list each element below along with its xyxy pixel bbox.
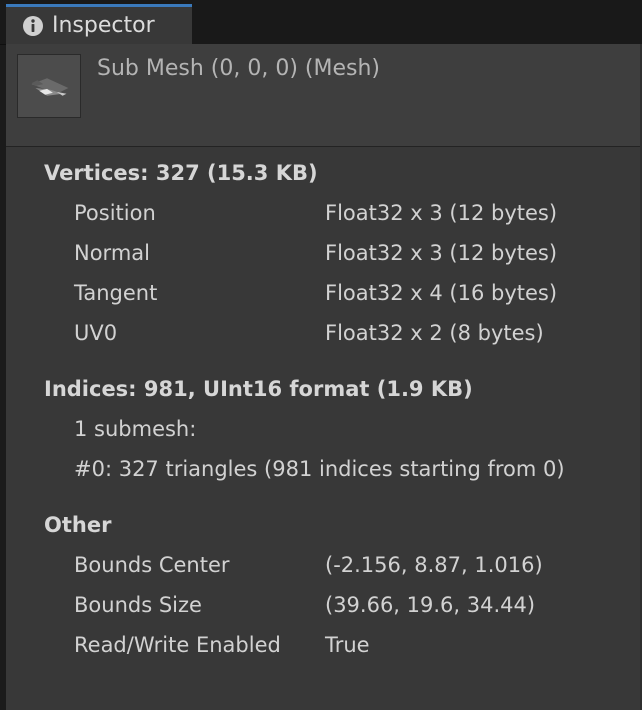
- property-value: (39.66, 19.6, 34.44): [325, 593, 536, 617]
- indices-heading: Indices: 981, UInt16 format (1.9 KB): [44, 377, 473, 401]
- attribute-format: Float32 x 3 (12 bytes): [325, 201, 558, 225]
- mesh-preview-thumbnail: [17, 54, 81, 118]
- inspector-panel: Sub Mesh (0, 0, 0) (Mesh) Vertices: 327 …: [6, 44, 642, 710]
- info-icon: [22, 15, 44, 37]
- other-heading: Other: [44, 513, 112, 537]
- attribute-label: Tangent: [74, 281, 158, 305]
- property-value: True: [325, 633, 370, 657]
- vertices-heading: Vertices: 327 (15.3 KB): [44, 161, 318, 185]
- tab-bar: Inspector: [0, 0, 642, 45]
- asset-header: Sub Mesh (0, 0, 0) (Mesh): [6, 44, 642, 147]
- submesh-detail: #0: 327 triangles (981 indices starting …: [74, 457, 565, 481]
- attribute-label: UV0: [74, 321, 118, 345]
- tab-label: Inspector: [52, 13, 155, 38]
- attribute-label: Normal: [74, 241, 150, 265]
- inspector-window: Inspector Sub Mesh (0, 0, 0) (Mesh) Vert…: [0, 0, 642, 710]
- asset-title: Sub Mesh (0, 0, 0) (Mesh): [97, 56, 380, 81]
- attribute-label: Position: [74, 201, 156, 225]
- attribute-format: Float32 x 2 (8 bytes): [325, 321, 544, 345]
- attribute-format: Float32 x 4 (16 bytes): [325, 281, 558, 305]
- property-label: Read/Write Enabled: [74, 633, 281, 657]
- tab-inspector[interactable]: Inspector: [6, 4, 192, 44]
- attribute-format: Float32 x 3 (12 bytes): [325, 241, 558, 265]
- property-label: Bounds Size: [74, 593, 202, 617]
- property-value: (-2.156, 8.87, 1.016): [325, 553, 543, 577]
- property-label: Bounds Center: [74, 553, 230, 577]
- submesh-count: 1 submesh:: [74, 417, 197, 441]
